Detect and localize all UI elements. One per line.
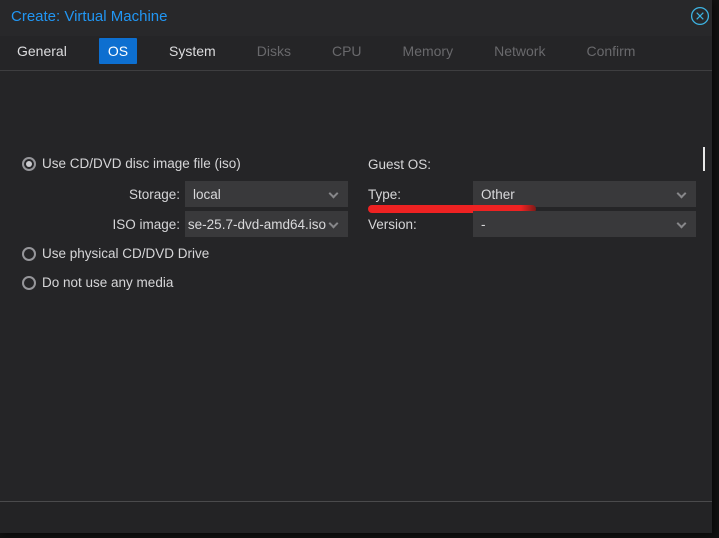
radio-row-iso[interactable]: Use CD/DVD disc image file (iso): [22, 156, 241, 171]
dialog-header: Create: Virtual Machine: [0, 0, 712, 36]
tab-network: Network: [494, 43, 546, 59]
chevron-down-icon: [328, 188, 339, 199]
guest-os-type-value: Other: [481, 186, 515, 202]
tab-system[interactable]: System: [160, 38, 225, 64]
screen: Create: Virtual Machine General OS Syste…: [0, 0, 719, 538]
radio-no-media-label: Do not use any media: [42, 275, 174, 290]
tab-cpu: CPU: [331, 43, 362, 59]
radio-use-iso[interactable]: [22, 156, 36, 171]
storage-select[interactable]: local: [185, 181, 348, 207]
radio-row-no-media[interactable]: Do not use any media: [22, 275, 173, 290]
storage-value: local: [193, 186, 221, 202]
version-label: Version:: [368, 217, 417, 232]
chevron-down-icon: [676, 188, 687, 199]
create-vm-dialog: Create: Virtual Machine General OS Syste…: [0, 0, 712, 533]
footer-bar: Advanced ✓ Back Next: [0, 502, 712, 533]
close-icon: [690, 6, 710, 26]
iso-image-value: se-25.7-dvd-amd64.iso: [187, 216, 326, 232]
close-button[interactable]: [690, 6, 710, 26]
scrollbar-thumb[interactable]: [703, 147, 705, 171]
iso-image-label: ISO image:: [112, 217, 180, 232]
os-panel: Use CD/DVD disc image file (iso) Storage…: [0, 71, 712, 501]
guest-os-version-value: -: [481, 216, 486, 232]
chevron-down-icon: [676, 218, 687, 229]
dialog-title: Create: Virtual Machine: [11, 8, 168, 25]
tab-memory: Memory: [402, 43, 454, 59]
radio-row-physical[interactable]: Use physical CD/DVD Drive: [22, 246, 209, 261]
tab-confirm: Confirm: [586, 43, 636, 59]
type-label: Type:: [368, 187, 402, 202]
storage-label: Storage:: [128, 187, 180, 202]
guest-os-heading: Guest OS:: [368, 157, 432, 172]
radio-use-iso-label: Use CD/DVD disc image file (iso): [42, 156, 241, 171]
radio-use-physical-drive[interactable]: [22, 246, 36, 261]
tab-disks: Disks: [256, 43, 291, 59]
radio-use-physical-drive-label: Use physical CD/DVD Drive: [42, 246, 210, 261]
tab-os[interactable]: OS: [98, 38, 138, 64]
tab-general[interactable]: General: [8, 38, 76, 64]
iso-image-select[interactable]: se-25.7-dvd-amd64.iso: [185, 211, 348, 237]
chevron-down-icon: [328, 218, 339, 229]
radio-no-media[interactable]: [22, 275, 36, 290]
guest-os-type-select[interactable]: Other: [473, 181, 696, 207]
guest-os-version-select[interactable]: -: [473, 211, 696, 237]
wizard-tab-bar: General OS System Disks CPU Memory Netwo…: [8, 38, 644, 64]
